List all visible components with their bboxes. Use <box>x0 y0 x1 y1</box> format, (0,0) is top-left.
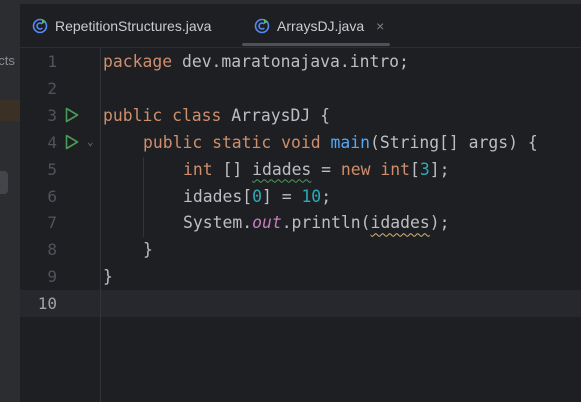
code-token: public static void <box>143 132 331 152</box>
current-line-highlight <box>20 290 581 317</box>
java-class-icon <box>32 18 48 33</box>
active-tab-indicator <box>242 43 390 46</box>
line-number: 10 <box>37 294 57 314</box>
code-token: [] <box>222 159 253 179</box>
code-token: 3 <box>419 159 430 179</box>
code-token: 0 <box>252 186 262 206</box>
sidebar-label: ects <box>0 53 15 68</box>
code-line: } <box>143 236 153 263</box>
tab-label: ArraysDJ.java <box>277 17 365 34</box>
run-icon[interactable] <box>65 134 79 150</box>
sidebar-selected-item[interactable] <box>0 100 20 121</box>
code-token: dev.maratonajava.intro; <box>181 52 409 71</box>
line-number: 9 <box>47 267 57 287</box>
tab-label: RepetitionStructures.java <box>55 17 212 34</box>
tab-arraysdj[interactable]: ArraysDJ.java × <box>254 4 384 47</box>
line-number: 5 <box>47 159 57 179</box>
line-number: 2 <box>47 78 57 98</box>
code-line: } <box>103 263 113 290</box>
close-icon[interactable]: × <box>376 18 384 34</box>
code-line: public class ArraysDJ { <box>103 102 330 129</box>
line-number: 3 <box>47 105 57 125</box>
code-token: new int <box>340 159 410 179</box>
code-line: package dev.maratonajava.intro; <box>103 48 409 75</box>
fold-chevron-icon[interactable]: ⌄ <box>87 135 94 148</box>
code-token: ]; <box>429 159 450 179</box>
code-token: = <box>311 159 341 179</box>
code-token: (String[] args) { <box>369 132 538 152</box>
code-token: out <box>252 213 282 233</box>
code-token: main <box>330 132 370 152</box>
line-number: 8 <box>47 240 57 260</box>
line-number: 1 <box>47 52 57 71</box>
code-token: public class <box>103 105 232 125</box>
tab-repetition-structures[interactable]: RepetitionStructures.java <box>32 4 211 47</box>
code-token: } <box>103 267 113 287</box>
code-line: int [] idades = new int[3]; <box>183 156 450 183</box>
code-token: 10 <box>301 186 322 206</box>
line-number: 7 <box>47 213 57 233</box>
code-token: ArraysDJ { <box>231 105 330 125</box>
line-number: 6 <box>47 186 57 206</box>
code-token: } <box>143 240 153 260</box>
code-token: int <box>183 159 223 179</box>
java-class-icon <box>254 18 270 33</box>
editor-tabs: RepetitionStructures.java ArraysDJ.java … <box>20 4 581 48</box>
code-line: System.out.println(idades); <box>183 209 449 236</box>
code-token: idades <box>370 213 430 233</box>
code-token: ; <box>321 186 332 206</box>
code-token: idades[ <box>183 186 253 206</box>
indent-guide <box>143 157 144 237</box>
code-token: ); <box>429 213 450 233</box>
code-token: [ <box>410 159 420 179</box>
code-token: package <box>103 52 182 71</box>
code-line: idades[0] = 10; <box>183 183 331 210</box>
run-icon[interactable] <box>65 107 79 123</box>
code-token: .println( <box>281 213 371 233</box>
line-number: 4 <box>47 132 57 152</box>
sidebar-scroll-thumb[interactable] <box>0 171 8 194</box>
project-sidebar[interactable]: ects <box>0 0 21 402</box>
code-token: ] = <box>261 186 302 206</box>
code-token: idades <box>252 159 312 179</box>
code-token: System. <box>183 213 253 233</box>
code-line: public static void main(String[] args) { <box>143 129 538 156</box>
